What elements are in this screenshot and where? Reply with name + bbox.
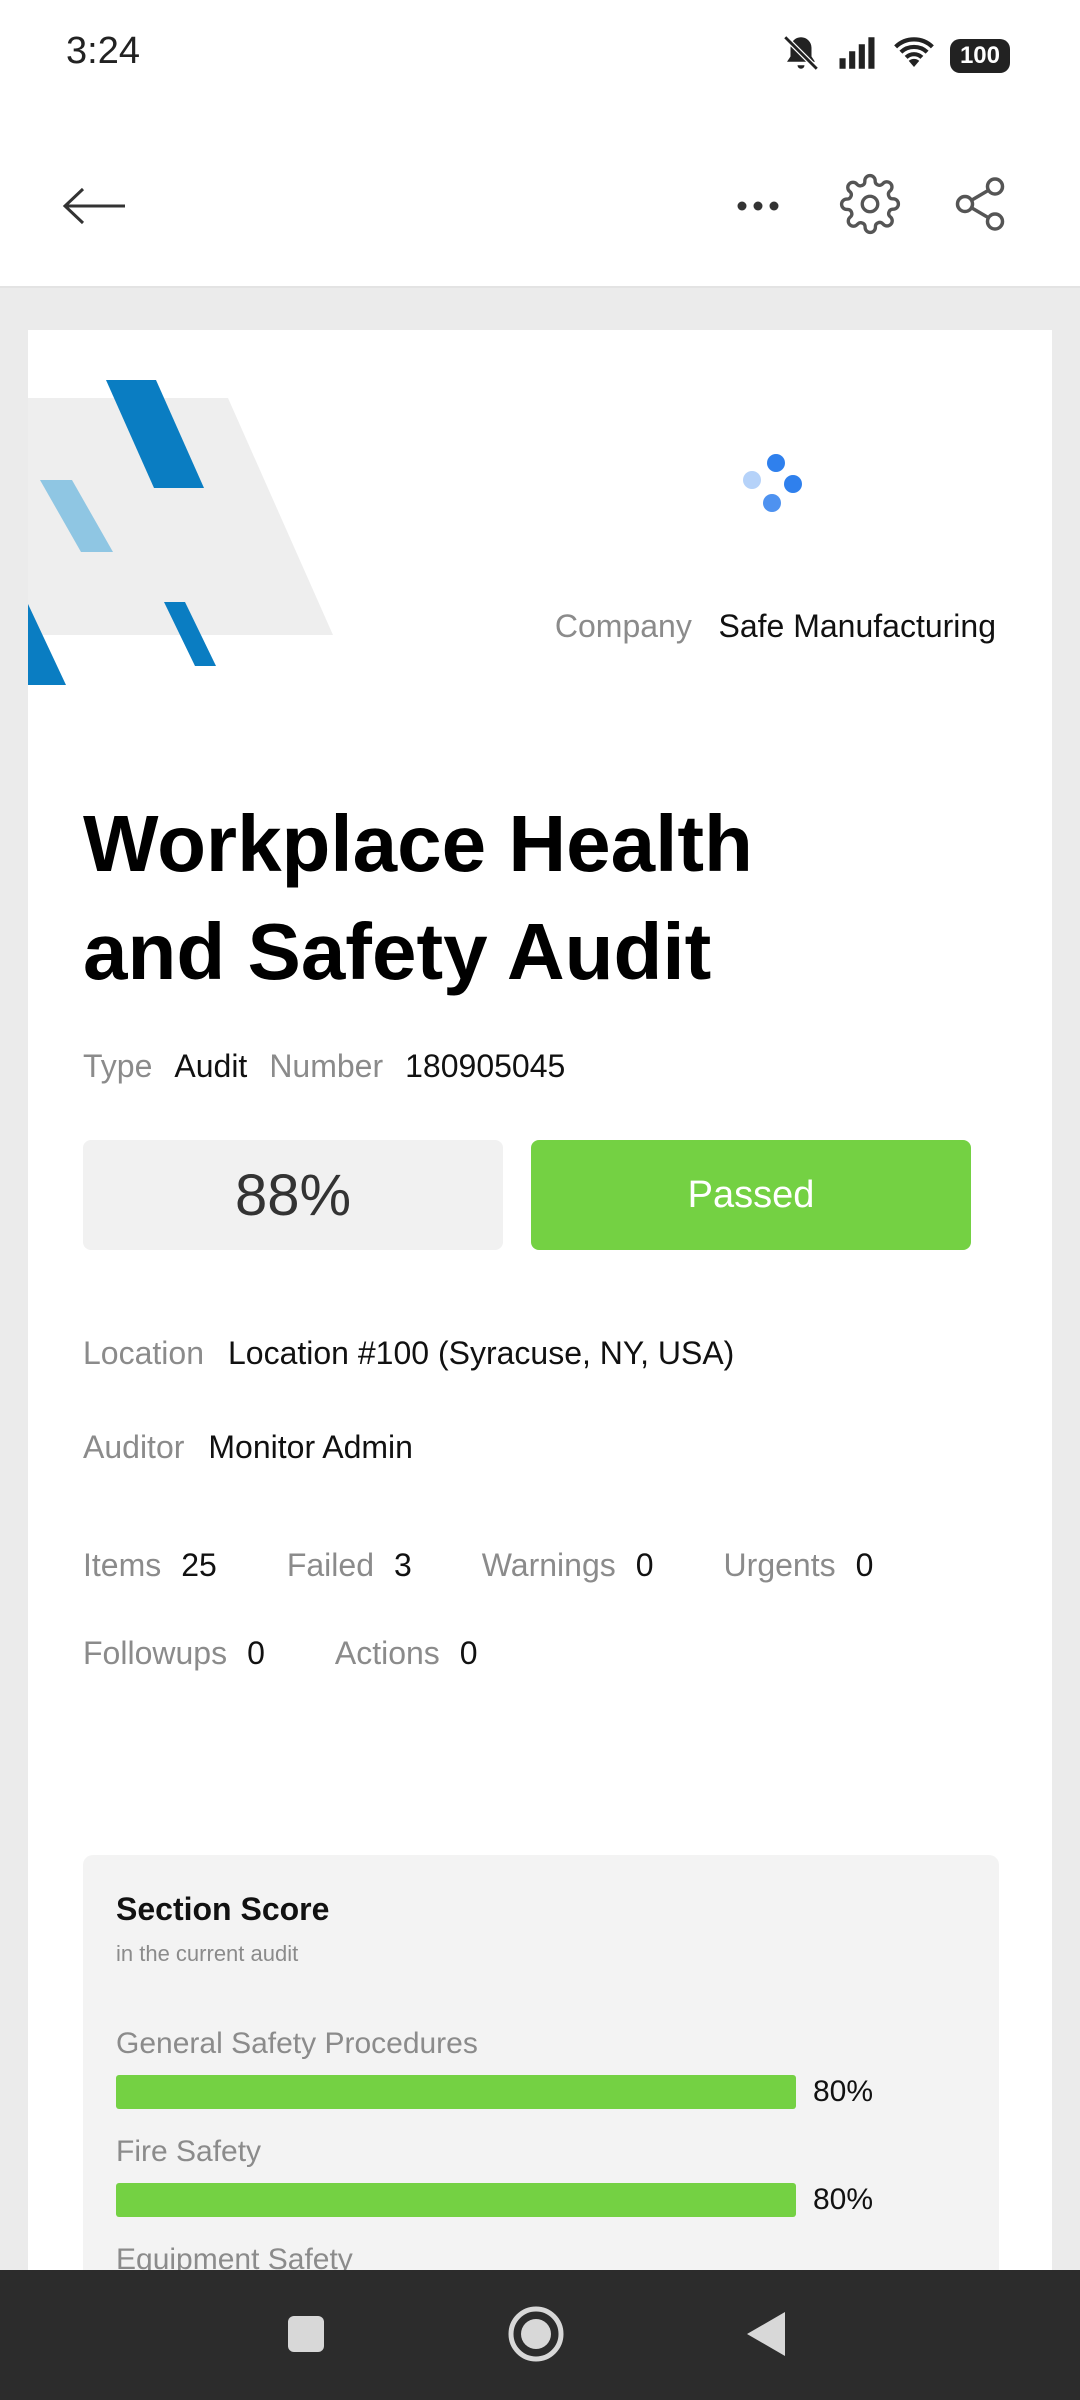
location-label: Location [83, 1335, 204, 1371]
home-circle-icon [506, 2304, 566, 2369]
section-score-subtitle: in the current audit [116, 1941, 299, 1966]
audit-report-card: Company Safe Manufacturing Workplace Hea… [28, 330, 1052, 2270]
location-value: Location #100 (Syracuse, NY, USA) [227, 1335, 735, 1371]
section-score-panel: Section Score in the current audit Gener… [83, 1855, 999, 2270]
home-button[interactable] [498, 2298, 574, 2374]
share-icon [950, 174, 1010, 239]
type-value: Audit [174, 1048, 248, 1084]
back-nav-button[interactable] [728, 2298, 804, 2374]
auditor-label: Auditor [83, 1429, 185, 1465]
section-name: General Safety Procedures [116, 2027, 478, 2060]
section-percent: 80% [813, 2183, 874, 2216]
company-value: Safe Manufacturing [718, 608, 997, 644]
stat-actions: Actions 0 [334, 1635, 478, 1671]
status-badge: Passed [531, 1140, 971, 1250]
more-horizontal-icon [736, 199, 780, 217]
location-row: Location Location #100 (Syracuse, NY, USA… [83, 1335, 734, 1372]
gear-icon [839, 173, 901, 240]
section-percent: 80% [813, 2075, 874, 2108]
stats-row-1: Items 25 Failed 3 Warnings 0 Urgents 0 [83, 1547, 873, 1584]
triangle-back-icon [743, 2309, 789, 2364]
stat-failed: Failed 3 [286, 1547, 412, 1583]
section-name: Fire Safety [116, 2135, 262, 2168]
stat-warnings: Warnings 0 [481, 1547, 654, 1583]
company-row: Company Safe Manufacturing [555, 608, 996, 645]
section-name: Equipment Safety [116, 2243, 353, 2270]
section-bar-fill [116, 2075, 796, 2109]
system-nav-bar [0, 2270, 1080, 2400]
company-logo-art [28, 380, 338, 690]
stat-followups: Followups 0 [83, 1635, 265, 1671]
status-time: 3:24 [66, 30, 140, 72]
number-value: 180905045 [405, 1048, 566, 1084]
back-button[interactable] [56, 170, 132, 246]
company-label: Company [554, 608, 692, 644]
battery-icon: 100 [949, 38, 1010, 73]
app-bar [0, 110, 1080, 288]
meta-row: Type Audit Number 180905045 [83, 1048, 587, 1085]
section-bar-fill [116, 2183, 796, 2217]
notifications-off-icon [780, 32, 822, 79]
score-badge: 88% [83, 1140, 503, 1250]
recents-button[interactable] [268, 2298, 344, 2374]
status-icons: 100 [780, 32, 1010, 79]
stats-row-2: Followups 0 Actions 0 [83, 1635, 548, 1672]
auditor-value: Monitor Admin [208, 1429, 413, 1465]
share-button[interactable] [940, 166, 1020, 246]
square-icon [286, 2314, 326, 2359]
stat-urgents: Urgents 0 [723, 1547, 874, 1583]
signal-icon [836, 32, 878, 79]
section-score-title: Section Score [116, 1891, 330, 1927]
type-label: Type [83, 1048, 153, 1084]
arrow-left-icon [61, 186, 127, 231]
auditor-row: Auditor Monitor Admin [83, 1429, 413, 1466]
section-bar [116, 2075, 796, 2109]
loading-spinner-icon [738, 445, 828, 540]
settings-button[interactable] [830, 166, 910, 246]
status-bar: 3:24 100 [0, 0, 1080, 110]
number-label: Number [269, 1048, 384, 1084]
stat-items: Items 25 [83, 1547, 217, 1583]
section-bar [116, 2183, 796, 2217]
page-title: Workplace Health and Safety Audit [83, 799, 753, 996]
wifi-icon [892, 32, 936, 79]
more-options-button[interactable] [720, 170, 796, 246]
